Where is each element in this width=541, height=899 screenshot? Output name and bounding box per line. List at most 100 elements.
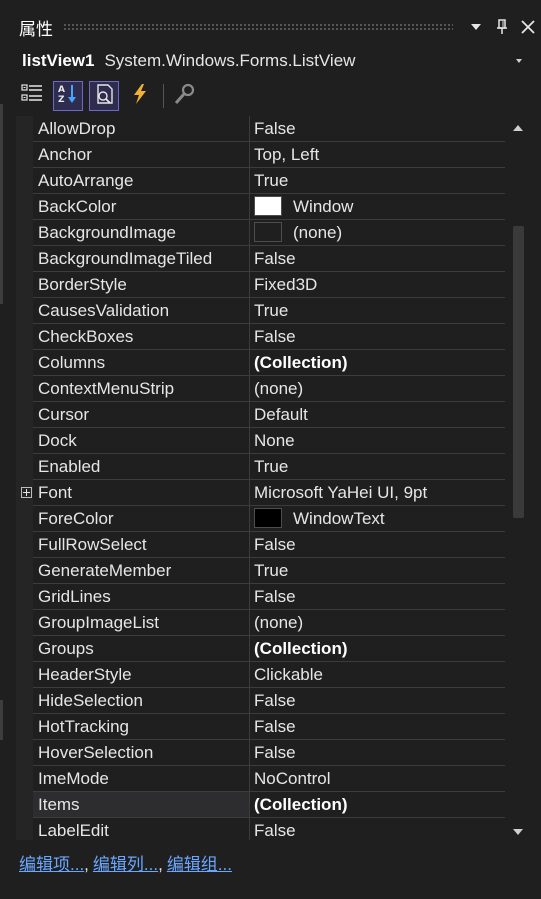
property-name[interactable]: BackgroundImage [38,220,248,245]
title-bar[interactable]: 属性 [11,10,541,44]
categorized-button[interactable] [17,81,47,111]
property-name[interactable]: BackgroundImageTiled [38,246,248,271]
column-divider[interactable] [249,610,250,636]
property-row-dock[interactable]: Dock None [33,428,505,454]
property-row-anchor[interactable]: Anchor Top, Left [33,142,505,168]
column-divider[interactable] [249,766,250,792]
property-row-checkboxes[interactable]: CheckBoxes False [33,324,505,350]
column-divider[interactable] [249,220,250,246]
property-value[interactable]: WindowText [293,506,385,531]
property-value[interactable]: True [254,168,288,193]
property-value[interactable]: False [254,246,296,271]
property-value[interactable]: (none) [293,220,342,245]
scroll-down-icon[interactable] [510,824,526,840]
property-row-causesvalidation[interactable]: CausesValidation True [33,298,505,324]
property-row-allowdrop[interactable]: AllowDrop False [33,116,505,142]
alphabetical-button[interactable]: A Z [53,81,83,111]
property-row-items[interactable]: Items (Collection) [33,792,505,818]
property-row-gridlines[interactable]: GridLines False [33,584,505,610]
column-divider[interactable] [249,272,250,298]
property-name[interactable]: Groups [38,636,248,661]
property-value[interactable]: False [254,532,296,557]
property-value[interactable]: None [254,428,295,453]
column-divider[interactable] [249,376,250,402]
property-value[interactable]: False [254,584,296,609]
scroll-up-icon[interactable] [510,120,526,136]
column-divider[interactable] [249,246,250,272]
property-name[interactable]: HoverSelection [38,740,248,765]
property-row-borderstyle[interactable]: BorderStyle Fixed3D [33,272,505,298]
properties-button[interactable] [89,81,119,111]
column-divider[interactable] [249,558,250,584]
property-row-labeledit[interactable]: LabelEdit False [33,818,505,840]
property-value[interactable]: (Collection) [254,350,348,375]
property-value[interactable]: False [254,324,296,349]
property-name[interactable]: GroupImageList [38,610,248,635]
edit-columns-link[interactable]: 编辑列... [93,855,158,874]
drag-grip[interactable] [63,23,453,31]
property-name[interactable]: HotTracking [38,714,248,739]
property-name[interactable]: Cursor [38,402,248,427]
column-divider[interactable] [249,740,250,766]
close-button[interactable] [515,14,541,40]
edit-items-link[interactable]: 编辑项... [19,855,84,874]
column-divider[interactable] [249,584,250,610]
column-divider[interactable] [249,116,250,142]
property-value[interactable]: True [254,454,288,479]
property-row-backcolor[interactable]: BackColor Window [33,194,505,220]
property-value[interactable]: Clickable [254,662,323,687]
property-value[interactable]: (Collection) [254,792,348,817]
property-row-autoarrange[interactable]: AutoArrange True [33,168,505,194]
column-divider[interactable] [249,506,250,532]
property-name[interactable]: ImeMode [38,766,248,791]
property-row-fullrowselect[interactable]: FullRowSelect False [33,532,505,558]
property-name[interactable]: CausesValidation [38,298,248,323]
property-name[interactable]: AutoArrange [38,168,248,193]
property-name[interactable]: ContextMenuStrip [38,376,248,401]
property-row-font[interactable]: Font Microsoft YaHei UI, 9pt [21,480,505,506]
column-divider[interactable] [249,194,250,220]
property-value[interactable]: (none) [254,610,303,635]
column-divider[interactable] [249,662,250,688]
property-value[interactable]: False [254,740,296,765]
property-row-backgroundimagetiled[interactable]: BackgroundImageTiled False [33,246,505,272]
property-value[interactable]: True [254,298,288,323]
property-pages-button[interactable] [170,81,200,111]
column-divider[interactable] [249,454,250,480]
column-divider[interactable] [249,428,250,454]
column-divider[interactable] [249,636,250,662]
property-name[interactable]: BorderStyle [38,272,248,297]
property-value[interactable]: (Collection) [254,636,348,661]
column-divider[interactable] [249,298,250,324]
property-row-headerstyle[interactable]: HeaderStyle Clickable [33,662,505,688]
property-name[interactable]: CheckBoxes [38,324,248,349]
property-row-hottracking[interactable]: HotTracking False [33,714,505,740]
property-name[interactable]: Enabled [38,454,248,479]
pin-button[interactable] [489,14,515,40]
property-row-backgroundimage[interactable]: BackgroundImage (none) [33,220,505,246]
property-row-forecolor[interactable]: ForeColor WindowText [33,506,505,532]
property-name[interactable]: LabelEdit [38,818,248,840]
property-value[interactable]: Top, Left [254,142,319,167]
column-divider[interactable] [249,688,250,714]
property-row-groupimagelist[interactable]: GroupImageList (none) [33,610,505,636]
property-row-groups[interactable]: Groups (Collection) [33,636,505,662]
property-row-enabled[interactable]: Enabled True [33,454,505,480]
column-divider[interactable] [249,714,250,740]
expand-plus-icon[interactable] [21,487,32,498]
property-value[interactable]: False [254,818,296,840]
object-selector[interactable]: listView1 System.Windows.Forms.ListView [11,48,531,74]
column-divider[interactable] [249,402,250,428]
property-row-imemode[interactable]: ImeMode NoControl [33,766,505,792]
property-row-contextmenustrip[interactable]: ContextMenuStrip (none) [33,376,505,402]
column-divider[interactable] [249,142,250,168]
property-row-columns[interactable]: Columns (Collection) [33,350,505,376]
property-name[interactable]: GenerateMember [38,558,248,583]
window-dropdown-button[interactable] [463,14,489,40]
events-button[interactable] [125,81,155,111]
column-divider[interactable] [249,324,250,350]
property-row-generatemember[interactable]: GenerateMember True [33,558,505,584]
property-row-hoverselection[interactable]: HoverSelection False [33,740,505,766]
property-name[interactable]: Anchor [38,142,248,167]
edit-groups-link[interactable]: 编辑组... [167,855,232,874]
